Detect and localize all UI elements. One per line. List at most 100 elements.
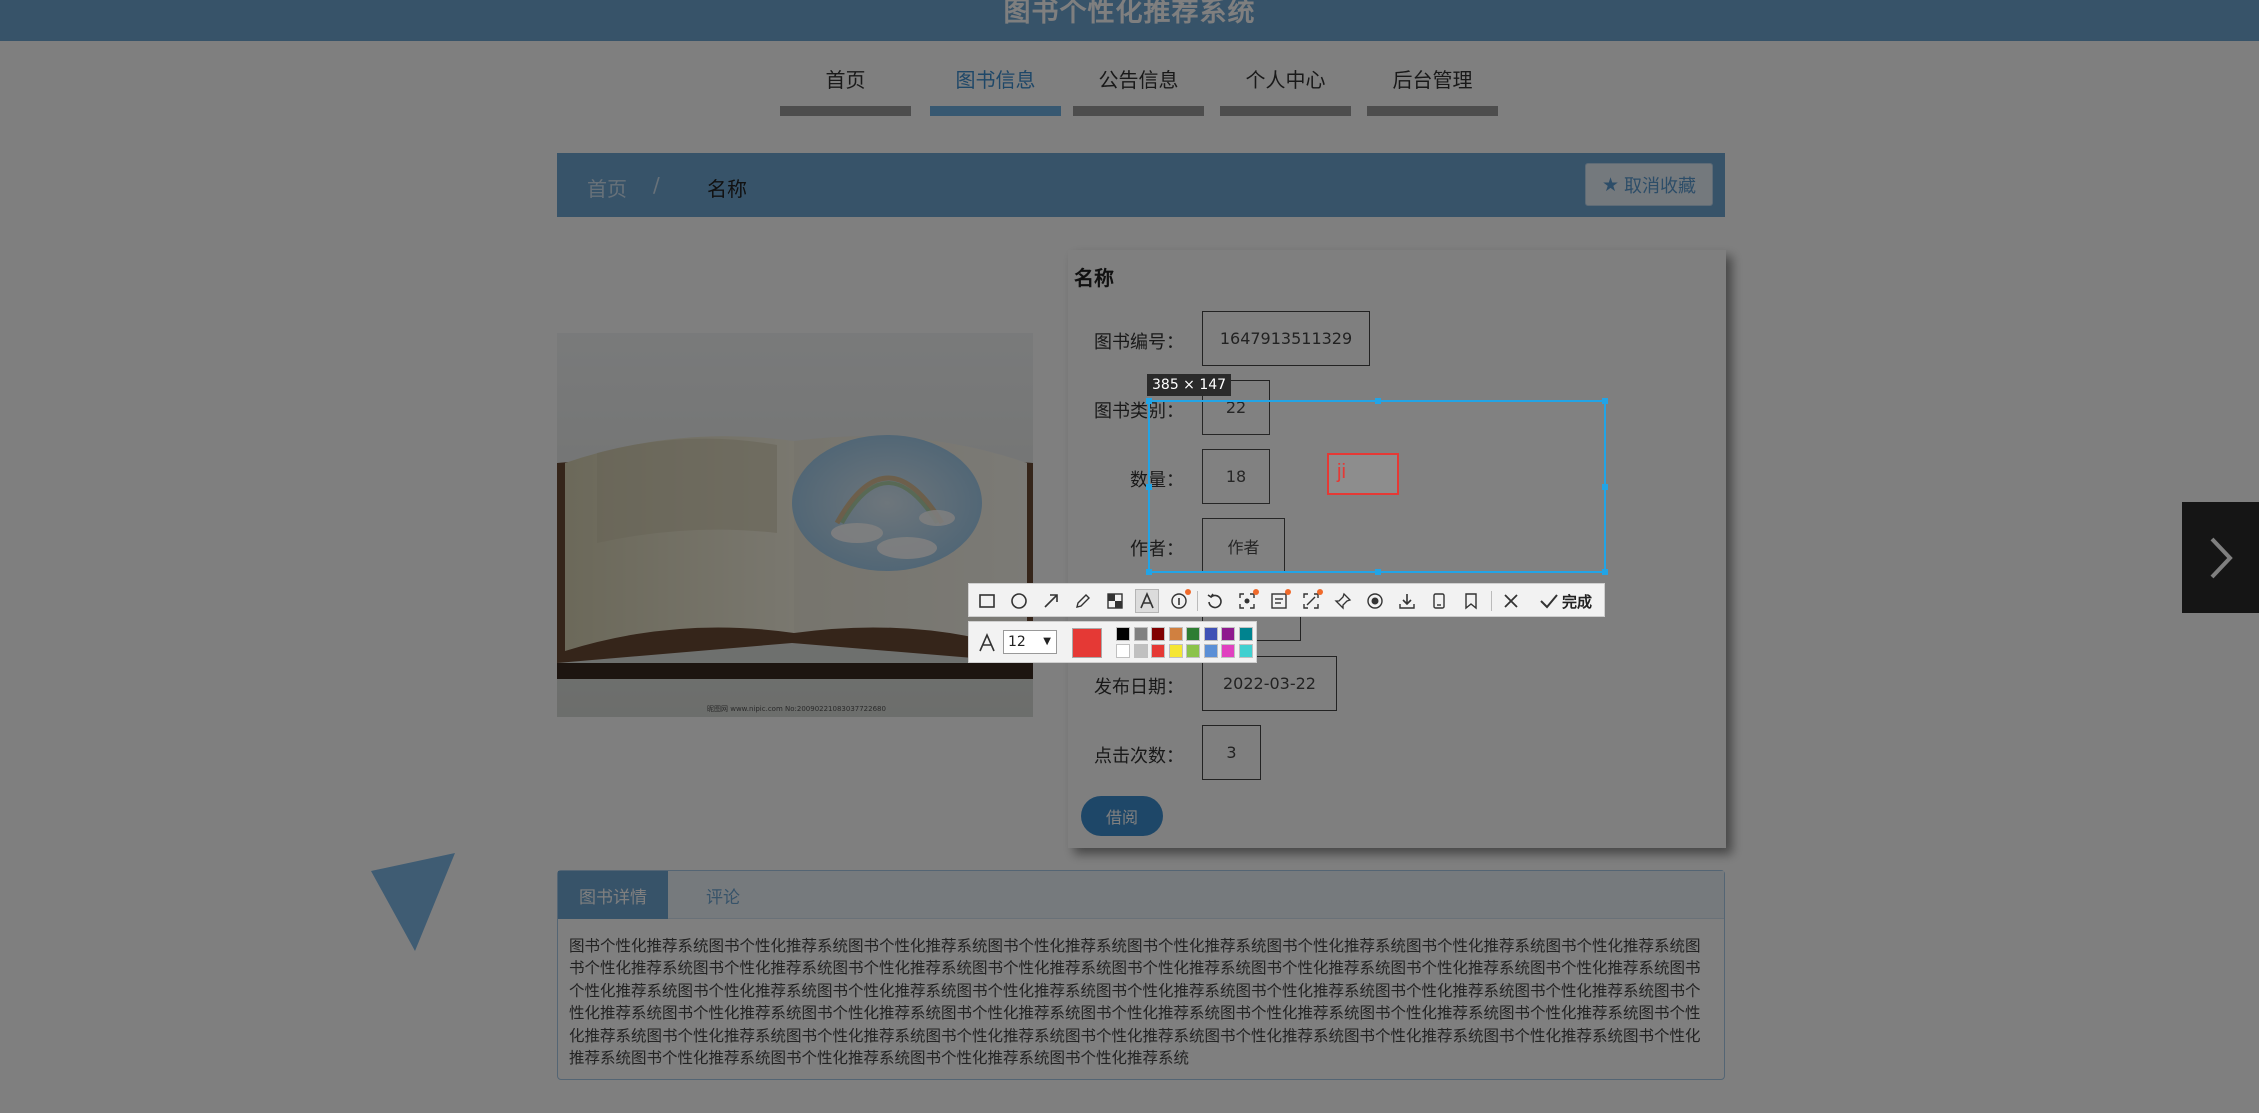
ocr-button[interactable] [1267,589,1291,613]
color-swatch[interactable] [1151,627,1165,641]
nav-underline [1073,106,1204,116]
long-screenshot-icon [1303,593,1319,609]
color-swatch[interactable] [1238,644,1253,658]
ellipse-tool-button[interactable] [1007,589,1031,613]
nav-item-personal-center[interactable]: 个人中心 [1220,60,1351,116]
breadcrumb-current: 名称 [707,177,747,201]
resize-handle-w[interactable] [1146,484,1152,490]
nav-item-label: 后台管理 [1392,68,1473,92]
site-title: 图书个性化推荐系统 [1003,0,1256,28]
serial-number-tool-button[interactable] [1167,589,1191,613]
nav-item-home[interactable]: 首页 [780,60,911,116]
tab-book-details[interactable]: 图书详情 [558,871,668,919]
image-caption: 昵图网 www.nipic.com No:2009022108303772268… [707,705,886,713]
nav-item-announcements[interactable]: 公告信息 [1073,60,1204,116]
resize-handle-s[interactable] [1375,569,1381,575]
new-badge-dot [1317,589,1323,595]
check-icon [1540,594,1558,609]
book-number-value: 1647913511329 [1202,311,1370,366]
screen-record-icon [1239,593,1255,609]
download-button[interactable] [1395,589,1419,613]
text-icon [1140,592,1154,609]
color-swatch[interactable] [1203,627,1218,641]
tab-comments[interactable]: 评论 [678,871,768,919]
color-swatch[interactable] [1221,644,1235,658]
click-count-label: 点击次数： [1094,746,1184,767]
mosaic-icon [1107,593,1123,609]
color-swatch[interactable] [1221,627,1235,641]
long-screenshot-button[interactable] [1299,589,1323,613]
text-tool-button[interactable] [1135,589,1159,613]
color-swatch[interactable] [1186,644,1200,658]
cancel-favorite-button[interactable]: ★ 取消收藏 [1585,163,1713,206]
borrow-button[interactable]: 借阅 [1081,796,1163,836]
nav-item-admin[interactable]: 后台管理 [1367,60,1498,116]
nav-item-label: 首页 [825,68,866,92]
bookmark-button[interactable] [1459,589,1483,613]
font-size-select[interactable]: 12 ▼ [1003,630,1057,654]
color-swatch[interactable] [1168,644,1183,658]
color-swatch[interactable] [1203,644,1218,658]
capture-size-label: 385 × 147 [1147,374,1232,396]
book-number-label: 图书编号： [1094,332,1184,353]
nav-item-label: 图书信息 [955,68,1036,92]
resize-handle-nw[interactable] [1146,398,1152,404]
color-swatch[interactable] [1116,627,1130,641]
toolbar-separator [1491,591,1492,611]
color-swatch[interactable] [1238,627,1253,641]
color-swatch[interactable] [1186,627,1200,641]
new-badge-dot [1285,589,1291,595]
pin-icon [1334,592,1352,610]
toolbar-separator [1197,591,1198,611]
cancel-capture-button[interactable] [1499,589,1523,613]
color-swatch[interactable] [1133,644,1148,658]
bookmark-icon [1465,593,1477,610]
current-color-swatch[interactable] [1072,628,1102,658]
color-swatch[interactable] [1133,627,1148,641]
save-to-phone-button[interactable] [1427,589,1451,613]
new-badge-dot [1185,589,1191,595]
resize-handle-n[interactable] [1375,398,1381,404]
font-icon [979,633,995,652]
ellipse-icon [1011,593,1027,609]
pin-button[interactable] [1331,589,1355,613]
chevron-right-icon [2210,537,2233,578]
rectangle-icon [979,594,995,608]
text-annotation-box[interactable]: ji [1327,453,1399,495]
pencil-icon [1076,594,1090,608]
color-swatch[interactable] [1151,644,1165,658]
resize-handle-e[interactable] [1602,484,1608,490]
book-title: 名称 [1074,266,1114,290]
arrow-tool-button[interactable] [1039,589,1063,613]
download-icon [1399,594,1415,609]
breadcrumb-home[interactable]: 首页 [587,173,627,202]
color-swatch[interactable] [1116,644,1130,658]
breadcrumb-separator: / [653,173,660,197]
color-swatch[interactable] [1168,627,1183,641]
resize-handle-ne[interactable] [1602,398,1608,404]
book-description: 图书个性化推荐系统图书个性化推荐系统图书个性化推荐系统图书个性化推荐系统图书个性… [569,937,1701,1068]
publish-date-value: 2022-03-22 [1202,656,1337,711]
ocr-icon [1271,593,1287,609]
resize-handle-sw[interactable] [1146,569,1152,575]
detail-tab-bar: 图书详情 评论 [558,871,1724,919]
nav-underline [1220,106,1351,116]
click-count-value: 3 [1202,725,1261,780]
serial-number-icon [1171,593,1187,609]
mosaic-tool-button[interactable] [1103,589,1127,613]
record-button[interactable] [1363,589,1387,613]
undo-icon [1207,593,1222,609]
breadcrumb: 首页 / 名称 ★ 取消收藏 [557,153,1725,217]
next-slide-button[interactable] [2182,502,2259,613]
undo-button[interactable] [1203,589,1227,613]
rectangle-tool-button[interactable] [975,589,999,613]
cancel-favorite-label: 取消收藏 [1624,175,1697,197]
finish-capture-button[interactable]: 完成 [1539,589,1592,613]
nav-item-book-info[interactable]: 图书信息 [930,60,1061,116]
arrow-icon [1044,594,1058,608]
resize-handle-se[interactable] [1602,569,1608,575]
pencil-tool-button[interactable] [1071,589,1095,613]
chevron-down-icon: ▼ [1043,636,1051,647]
screen-record-button[interactable] [1235,589,1259,613]
publish-date-label: 发布日期： [1094,677,1184,698]
